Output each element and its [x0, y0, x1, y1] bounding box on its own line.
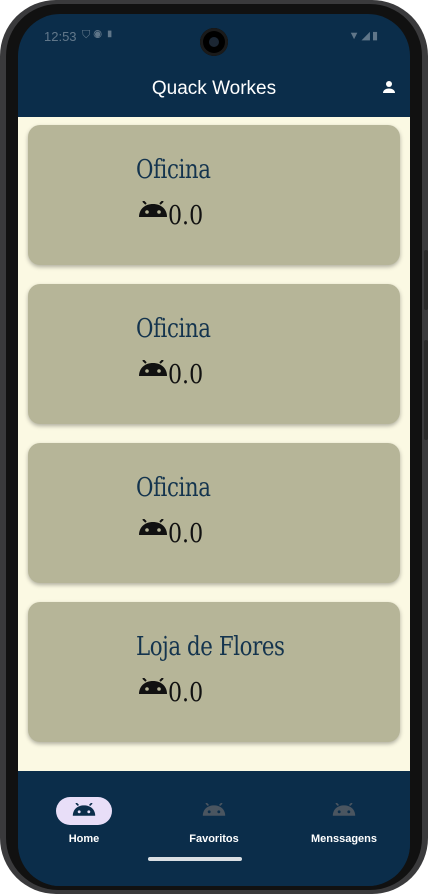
card[interactable]: Oficina 0.0	[28, 125, 400, 265]
front-camera	[200, 28, 228, 56]
screen: 12:53 ⛉◉▮ ▼◢▮ Quack Workes Oficina 0.0 O…	[18, 14, 410, 886]
nav-item-menssagens[interactable]: Menssagens	[279, 783, 409, 853]
person-icon[interactable]	[380, 78, 398, 96]
card[interactable]: Loja de Flores 0.0	[28, 602, 400, 742]
nav-item-home[interactable]: Home	[19, 783, 149, 853]
card-title: Oficina	[136, 314, 211, 344]
status-right-icons: ▼◢▮	[349, 29, 380, 42]
battery-icon: ▮	[371, 30, 380, 42]
bottom-navigation: Home Favoritos Menssagens	[18, 771, 410, 886]
android-icon	[139, 678, 167, 694]
sd-card-icon: ▮	[105, 29, 117, 41]
nav-item-favoritos[interactable]: Favoritos	[149, 783, 279, 853]
signal-icon: ◢	[361, 30, 372, 42]
rating-value: 0.0	[168, 678, 204, 708]
android-icon	[72, 803, 96, 816]
android-icon	[332, 803, 356, 816]
card-title: Loja de Flores	[136, 632, 285, 662]
shield-icon: ⛉	[82, 29, 94, 41]
rating-value: 0.0	[168, 201, 204, 231]
android-icon	[139, 519, 167, 535]
volume-button	[424, 340, 428, 440]
phone-frame: 12:53 ⛉◉▮ ▼◢▮ Quack Workes Oficina 0.0 O…	[0, 0, 428, 894]
wifi-icon: ▼	[348, 30, 362, 42]
nav-label: Menssagens	[310, 833, 378, 845]
app-title: Quack Workes	[151, 78, 277, 99]
badge-icon: ◉	[93, 29, 106, 41]
card-title: Oficina	[136, 155, 211, 185]
rating-value: 0.0	[168, 360, 204, 390]
rating-value: 0.0	[168, 519, 204, 549]
app-bar: Quack Workes	[18, 60, 410, 116]
home-indicator[interactable]	[148, 857, 242, 861]
power-button	[424, 250, 428, 310]
status-time: 12:53	[44, 29, 77, 44]
status-left-icons: ⛉◉▮	[82, 29, 117, 42]
card[interactable]: Oficina 0.0	[28, 284, 400, 424]
nav-label: Favoritos	[189, 833, 239, 845]
card-title: Oficina	[136, 473, 211, 503]
card-list: Oficina 0.0 Oficina 0.0 Oficina 0.0 Loja…	[18, 117, 410, 771]
android-icon	[139, 201, 167, 217]
android-icon	[202, 803, 226, 816]
card[interactable]: Oficina 0.0	[28, 443, 400, 583]
nav-label: Home	[68, 833, 100, 845]
android-icon	[139, 360, 167, 376]
